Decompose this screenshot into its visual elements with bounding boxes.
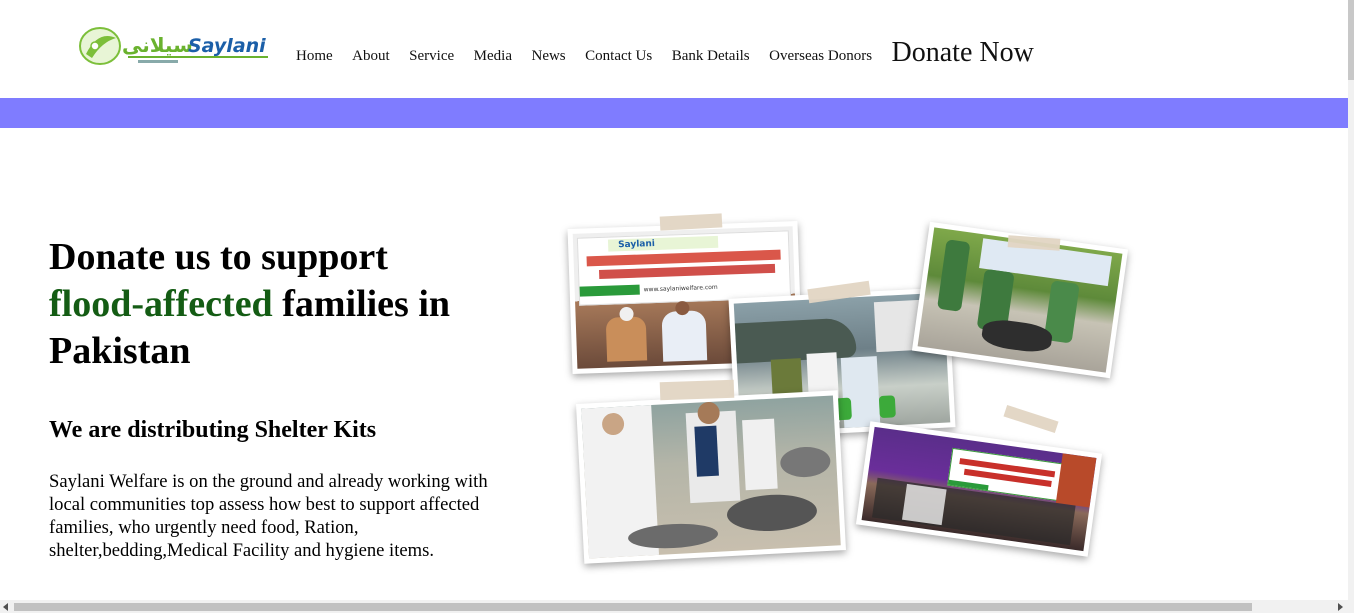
nav-news[interactable]: News — [531, 48, 565, 65]
nav-media[interactable]: Media — [474, 48, 512, 65]
collage-photo-flood-camp — [855, 421, 1103, 557]
nav-home[interactable]: Home — [296, 48, 333, 65]
hero-title: Donate us to support flood-affected fami… — [49, 234, 519, 375]
hero-title-line3: Pakistan — [49, 330, 191, 372]
scroll-left-arrow-icon[interactable] — [3, 603, 8, 611]
horizontal-scrollbar[interactable] — [0, 600, 1354, 613]
hero-body-text: Saylani Welfare is on the ground and alr… — [49, 471, 488, 561]
hero-title-line2-rest: families in — [272, 283, 451, 325]
accent-band — [0, 98, 1348, 128]
site-header: سیلانی Saylani Home About Service Media … — [0, 0, 1348, 98]
tape-strip — [659, 379, 735, 401]
nav-bank-details[interactable]: Bank Details — [672, 48, 750, 65]
hero-subtitle: We are distributing Shelter Kits — [49, 417, 377, 443]
page: سیلانی Saylani Home About Service Media … — [0, 0, 1354, 613]
nav-contact-us[interactable]: Contact Us — [585, 48, 652, 65]
hero-title-line1: Donate us to support — [49, 236, 388, 278]
banner-brand-text: Saylani — [617, 239, 656, 251]
vertical-scrollbar[interactable] — [1348, 0, 1354, 600]
nav-overseas-donors[interactable]: Overseas Donors — [769, 48, 872, 65]
nav-about[interactable]: About — [352, 48, 390, 65]
tape-strip — [1003, 404, 1059, 434]
scroll-right-arrow-icon[interactable] — [1338, 603, 1343, 611]
donate-now-button[interactable]: Donate Now — [892, 37, 1034, 69]
main-nav: Home About Service Media News Contact Us… — [296, 36, 1034, 68]
horizontal-scroll-thumb[interactable] — [14, 603, 1252, 611]
hero-title-highlight: flood-affected — [49, 283, 273, 325]
banner-website-text: www.saylaniwelfare.com — [643, 283, 718, 294]
photo-collage: Saylani www.saylaniwelfare.com — [560, 205, 1140, 580]
vertical-scroll-thumb[interactable] — [1348, 0, 1354, 80]
nav-service[interactable]: Service — [409, 48, 454, 65]
collage-photo-cauldron — [575, 390, 847, 564]
saylani-logo[interactable]: سیلانی Saylani — [78, 24, 270, 68]
logo-urdu-text: سیلانی — [122, 33, 193, 57]
logo-english-text: Saylani — [188, 35, 266, 57]
